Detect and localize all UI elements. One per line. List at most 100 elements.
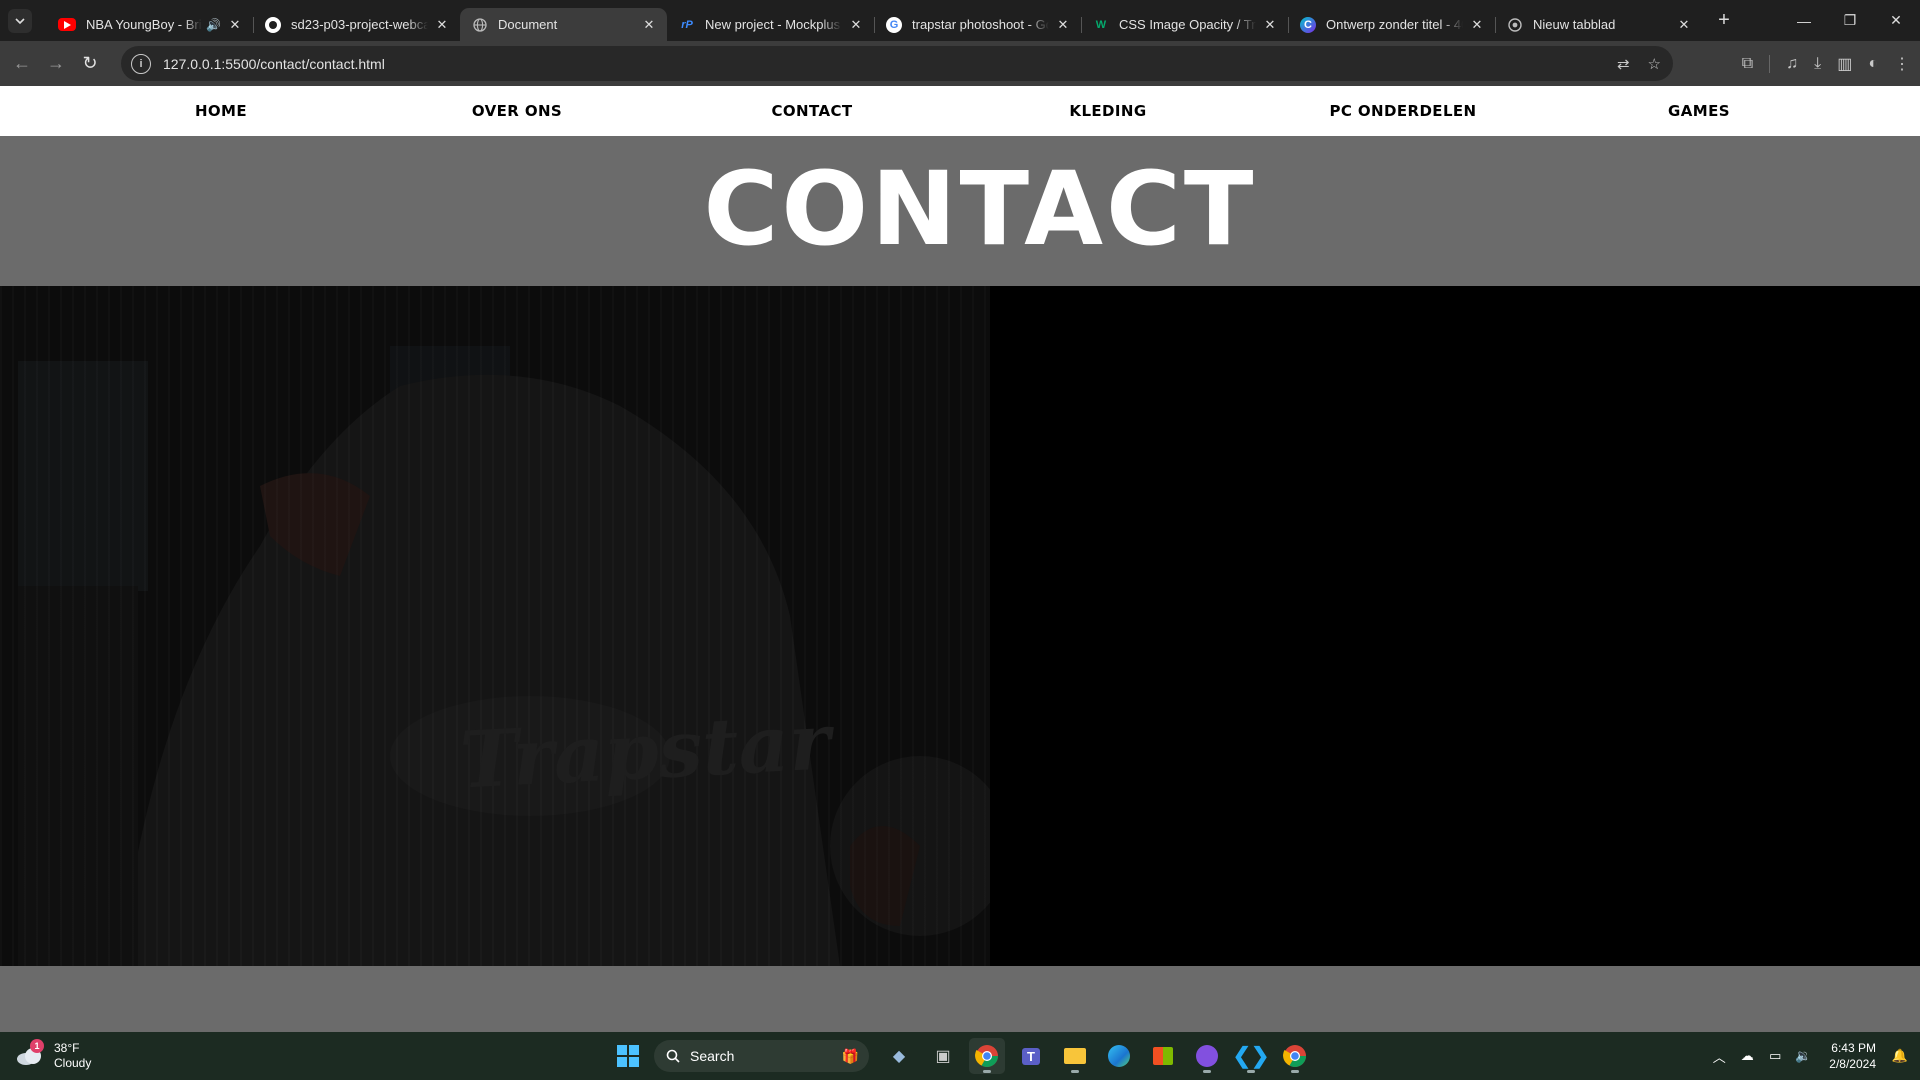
plus-icon: + xyxy=(1718,9,1730,31)
back-button[interactable]: ← xyxy=(5,47,39,81)
close-icon[interactable]: ✕ xyxy=(1676,17,1692,33)
page-footer xyxy=(0,966,1920,1032)
close-icon[interactable]: ✕ xyxy=(641,17,657,33)
arrow-right-icon: → xyxy=(47,53,65,73)
nav-link-home[interactable]: HOME xyxy=(73,86,369,136)
chrome-taskbar-button[interactable] xyxy=(969,1038,1005,1074)
media-controls-icon[interactable]: ♫ xyxy=(1786,55,1798,73)
running-indicator xyxy=(1291,1070,1299,1073)
nav-link-kleding[interactable]: KLEDING xyxy=(960,86,1256,136)
profile-avatar-icon[interactable]: ◐ xyxy=(1868,55,1878,73)
nav-link-games[interactable]: GAMES xyxy=(1551,86,1847,136)
nav-link-over-ons[interactable]: OVER ONS xyxy=(369,86,665,136)
download-icon[interactable]: ⤓ xyxy=(1814,55,1821,73)
tab-w3schools[interactable]: W CSS Image Opacity / Trans ✕ xyxy=(1081,8,1288,41)
close-icon[interactable]: ✕ xyxy=(227,17,243,33)
toolbar-divider xyxy=(1769,54,1771,73)
search-highlight-icon: 🎁 xyxy=(841,1047,859,1064)
vscode-icon: ❮❯ xyxy=(1232,1043,1270,1068)
running-indicator xyxy=(983,1070,991,1073)
start-button[interactable] xyxy=(610,1038,646,1074)
tab-title: CSS Image Opacity / Trans xyxy=(1119,17,1256,32)
chrome-icon xyxy=(1283,1045,1306,1067)
extensions-icon[interactable]: ⧉ xyxy=(1742,55,1753,73)
edge-button[interactable] xyxy=(1101,1038,1137,1074)
store-button[interactable] xyxy=(1145,1038,1181,1074)
translate-icon[interactable]: ⇄ xyxy=(1617,55,1630,73)
network-icon[interactable]: ▭ xyxy=(1761,1048,1789,1064)
canva-icon: C xyxy=(1300,16,1316,33)
mockplus-icon: rP xyxy=(681,18,693,31)
page-title: CONTACT xyxy=(703,149,1257,269)
reload-icon: ↻ xyxy=(82,53,98,73)
hoodie-logo-text: Trapstar xyxy=(457,696,833,807)
chrome-second-button[interactable] xyxy=(1277,1038,1313,1074)
clock-date: 2/8/2024 xyxy=(1829,1057,1876,1071)
notification-bell-icon[interactable]: 🔔 xyxy=(1886,1048,1914,1064)
task-view-icon: ▣ xyxy=(935,1048,951,1065)
weather-widget[interactable]: 1 38°F Cloudy xyxy=(16,1038,91,1074)
bookmark-star-icon[interactable]: ☆ xyxy=(1648,55,1661,73)
taskbar-search[interactable]: Search 🎁 xyxy=(654,1040,869,1072)
page-banner: CONTACT xyxy=(0,136,1920,286)
menu-dots-icon[interactable]: ⋮ xyxy=(1894,54,1910,74)
restore-button[interactable]: ❐ xyxy=(1827,0,1873,41)
clock[interactable]: 6:43 PM 2/8/2024 xyxy=(1829,1040,1876,1072)
arrow-left-icon: ← xyxy=(13,53,31,73)
tab-mockplus[interactable]: rP New project - Mockplus ✕ xyxy=(667,8,874,41)
reload-button[interactable]: ↻ xyxy=(73,47,107,81)
windows-icon xyxy=(617,1045,639,1067)
running-indicator xyxy=(1071,1070,1079,1073)
copilot-button[interactable]: ◆ xyxy=(881,1038,917,1074)
youtube-icon xyxy=(58,18,76,31)
clock-time: 6:43 PM xyxy=(1831,1041,1876,1055)
tab-title: Ontwerp zonder titel - 40 xyxy=(1326,17,1463,32)
chevron-up-icon[interactable]: ︿ xyxy=(1705,1047,1733,1066)
file-explorer-button[interactable] xyxy=(1057,1038,1093,1074)
close-icon[interactable]: ✕ xyxy=(434,17,450,33)
tab-search-button[interactable] xyxy=(8,8,32,33)
weather-badge: 1 xyxy=(30,1039,44,1053)
chrome-icon xyxy=(1507,17,1523,33)
close-window-button[interactable]: ✕ xyxy=(1873,0,1919,41)
tab-title: sd23-p03-project-webcat xyxy=(291,17,428,32)
new-tab-button[interactable]: + xyxy=(1710,7,1738,35)
tab-document[interactable]: Document ✕ xyxy=(460,8,667,41)
site-info-icon[interactable]: i xyxy=(131,53,151,74)
nav-link-contact[interactable]: CONTACT xyxy=(664,86,960,136)
taskbar-apps: Search 🎁 ◆ ▣ T ❮❯ xyxy=(610,1036,1313,1076)
weather-desc: Cloudy xyxy=(54,1056,92,1070)
tab-title: NBA YoungBoy - Bring xyxy=(86,17,202,32)
url-text[interactable]: 127.0.0.1:5500/contact/contact.html xyxy=(163,56,385,72)
tab-canva[interactable]: C Ontwerp zonder titel - 40 ✕ xyxy=(1288,8,1495,41)
tab-youtube[interactable]: NBA YoungBoy - Bring 🔊 ✕ xyxy=(46,8,253,41)
forward-button[interactable]: → xyxy=(39,47,73,81)
browser-toolbar: ← → ↻ i 127.0.0.1:5500/contact/contact.h… xyxy=(0,41,1920,86)
tab-title: Document xyxy=(498,17,558,32)
tab-google-search[interactable]: G trapstar photoshoot - Goo ✕ xyxy=(874,8,1081,41)
volume-icon[interactable]: 🔉 xyxy=(1789,1048,1817,1064)
tab-github[interactable]: sd23-p03-project-webcat ✕ xyxy=(253,8,460,41)
close-icon[interactable]: ✕ xyxy=(1055,17,1071,33)
task-view-button[interactable]: ▣ xyxy=(925,1038,961,1074)
google-icon: G xyxy=(886,16,902,33)
close-icon[interactable]: ✕ xyxy=(848,17,864,33)
vscode-button[interactable]: ❮❯ xyxy=(1233,1038,1269,1074)
minimize-button[interactable]: — xyxy=(1781,0,1827,41)
edge-icon xyxy=(1108,1045,1130,1067)
close-icon[interactable]: ✕ xyxy=(1469,17,1485,33)
teams-button[interactable]: T xyxy=(1013,1038,1049,1074)
onedrive-icon[interactable]: ☁ xyxy=(1733,1048,1761,1064)
tab-title: New project - Mockplus xyxy=(705,17,841,32)
address-bar[interactable]: i 127.0.0.1:5500/contact/contact.html ⇄ … xyxy=(121,46,1673,81)
nav-link-pc-onderdelen[interactable]: PC ONDERDELEN xyxy=(1255,86,1551,136)
tab-new-tab[interactable]: Nieuw tabblad ✕ xyxy=(1495,8,1702,41)
folder-icon xyxy=(1064,1048,1086,1064)
speaker-icon[interactable]: 🔊 xyxy=(206,18,221,32)
teams-icon: T xyxy=(1022,1047,1040,1065)
search-icon xyxy=(666,1049,680,1063)
close-icon[interactable]: ✕ xyxy=(1262,17,1278,33)
side-panel-icon[interactable]: ▥ xyxy=(1837,54,1852,74)
system-tray: ︿ ☁ ▭ 🔉 6:43 PM 2/8/2024 🔔 xyxy=(1705,1032,1920,1080)
github-desktop-button[interactable] xyxy=(1189,1038,1225,1074)
